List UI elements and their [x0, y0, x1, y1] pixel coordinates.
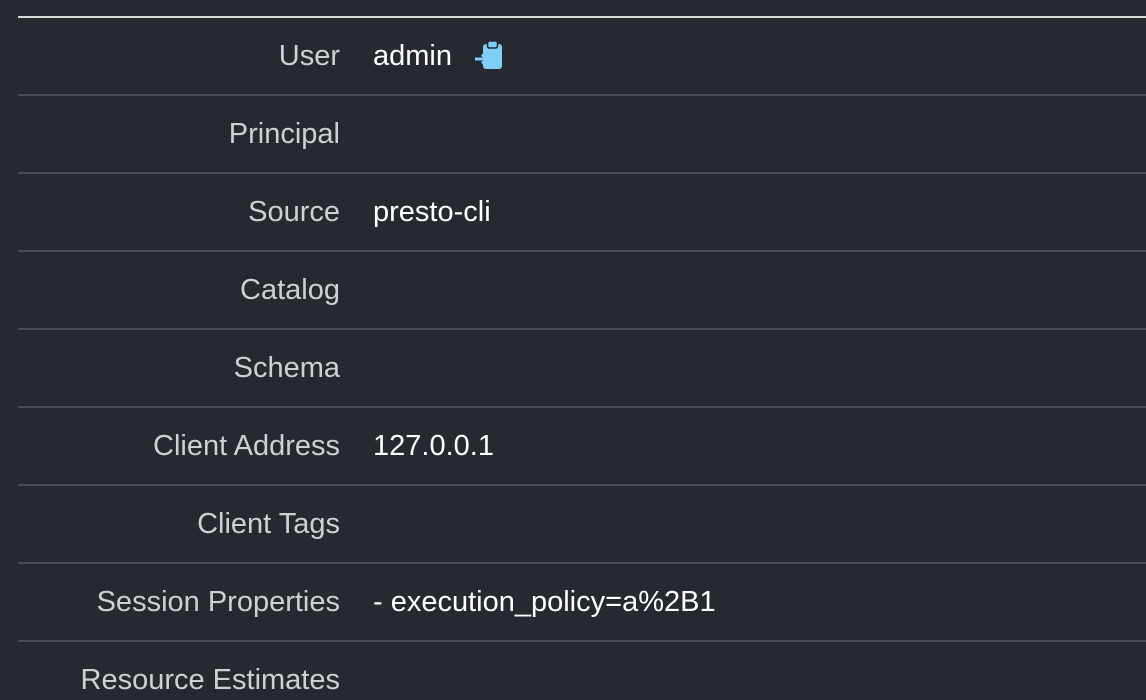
session-info-table: User admin Principal Source presto-cli C… [18, 18, 1146, 700]
row-label-user: User [278, 39, 340, 72]
row-label-source: Source [248, 195, 340, 228]
row-value-source: presto-cli [373, 195, 491, 228]
table-row-resource-estimates: Resource Estimates [18, 642, 1146, 700]
row-label-principal: Principal [228, 117, 340, 150]
table-row-user: User admin [18, 18, 1146, 96]
session-details-panel: User admin Principal Source presto-cli C… [18, 0, 1146, 700]
table-row-client-address: Client Address 127.0.0.1 [18, 408, 1146, 486]
row-value-session-properties: - execution_policy=a%2B1 [373, 585, 716, 618]
table-row-session-properties: Session Properties - execution_policy=a%… [18, 564, 1146, 642]
row-label-session-properties: Session Properties [96, 585, 340, 618]
clipboard-copy-icon[interactable] [474, 39, 508, 73]
row-label-catalog: Catalog [240, 273, 340, 306]
row-label-schema: Schema [233, 351, 340, 384]
row-value-client-address: 127.0.0.1 [373, 429, 494, 462]
table-row-schema: Schema [18, 330, 1146, 408]
table-row-catalog: Catalog [18, 252, 1146, 330]
table-row-principal: Principal [18, 96, 1146, 174]
row-value-user: admin [373, 39, 508, 73]
table-row-source: Source presto-cli [18, 174, 1146, 252]
user-value: admin [373, 39, 452, 72]
row-label-client-tags: Client Tags [197, 507, 340, 540]
table-row-client-tags: Client Tags [18, 486, 1146, 564]
row-label-client-address: Client Address [153, 429, 340, 462]
row-label-resource-estimates: Resource Estimates [80, 663, 341, 696]
